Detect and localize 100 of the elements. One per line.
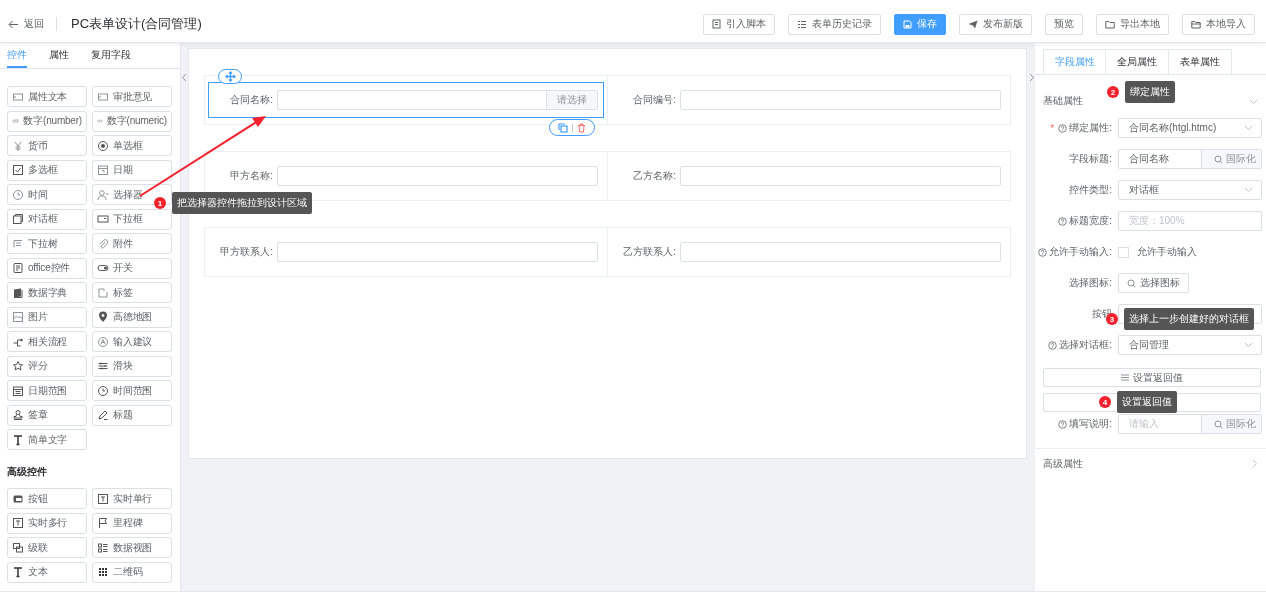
- return-value-button[interactable]: 设置返回值: [1043, 368, 1261, 387]
- clock-icon: [97, 384, 109, 397]
- select-field[interactable]: 对话框: [1118, 180, 1262, 200]
- widget-item[interactable]: 评分: [7, 355, 87, 377]
- widget-item[interactable]: 数字(number): [7, 110, 87, 132]
- widget-item[interactable]: 高德地图: [92, 306, 172, 328]
- send-icon: [968, 19, 978, 29]
- cascade-icon: [12, 541, 24, 554]
- panel-tab[interactable]: 属性: [49, 43, 69, 68]
- widget-item[interactable]: 日期: [92, 159, 172, 181]
- widget-item[interactable]: 标签: [92, 282, 172, 303]
- widget-item[interactable]: 级联: [7, 537, 87, 558]
- flag-icon: [97, 517, 109, 529]
- field-label: * 绑定属性:: [1049, 121, 1112, 135]
- widget-item[interactable]: office控件: [7, 257, 87, 279]
- window-icon: [12, 213, 24, 225]
- widget-item[interactable]: 附件: [92, 233, 172, 254]
- widget-item[interactable]: 日期范围: [7, 380, 87, 401]
- widget-item[interactable]: 开关: [92, 257, 172, 279]
- widget-item[interactable]: 单选框: [92, 135, 172, 156]
- text-icon: [12, 433, 24, 446]
- form-input[interactable]: [277, 166, 598, 186]
- property-tab[interactable]: 表单属性: [1169, 49, 1232, 74]
- widget-item[interactable]: 文本: [7, 561, 87, 583]
- move-handle[interactable]: [218, 69, 242, 84]
- field-label: 选择图标:: [1068, 276, 1112, 290]
- folder-icon: [1191, 19, 1201, 29]
- property-tab[interactable]: 全局属性: [1106, 49, 1169, 74]
- widget-item[interactable]: 货币: [7, 135, 87, 156]
- toolbar-button[interactable]: 本地导入: [1182, 13, 1255, 35]
- chevron-down-icon: [1244, 125, 1253, 131]
- chevron-down-icon: [1244, 187, 1253, 193]
- back-arrow-icon: [8, 19, 19, 29]
- select-field[interactable]: 合同管理: [1118, 335, 1262, 355]
- widget-item[interactable]: 按钮: [7, 488, 87, 509]
- widget-item[interactable]: 签章: [7, 404, 87, 426]
- widget-item[interactable]: 对话框: [7, 208, 87, 230]
- list-icon: [797, 19, 807, 29]
- panel-tab[interactable]: 复用字段: [91, 43, 131, 68]
- calendar-icon: [97, 164, 109, 176]
- widget-item[interactable]: 输入建议: [92, 331, 172, 352]
- widget-item[interactable]: 审批意见: [92, 86, 172, 107]
- select-field[interactable]: 合同名称(htgl.htmc): [1118, 118, 1262, 138]
- widget-item[interactable]: 里程碑: [92, 512, 172, 534]
- search-icon: [1127, 278, 1136, 288]
- slider-icon: [97, 360, 109, 372]
- widget-item[interactable]: 属性文本: [7, 86, 87, 107]
- widget-item[interactable]: 下拉树: [7, 233, 87, 254]
- widget-item[interactable]: 滑块: [92, 355, 172, 377]
- widget-item[interactable]: 数据视图: [92, 537, 172, 558]
- widget-item[interactable]: 二维码: [92, 561, 172, 583]
- widget-item[interactable]: 图片: [7, 306, 87, 328]
- collapse-right-icon[interactable]: [1029, 73, 1035, 82]
- copy-icon[interactable]: [558, 122, 568, 133]
- widget-item[interactable]: 时间: [7, 184, 87, 205]
- help-icon: [1038, 247, 1048, 257]
- widget-item[interactable]: 标题: [92, 404, 172, 426]
- widget-item[interactable]: 多选框: [7, 159, 87, 181]
- annotation-tooltip: 绑定属性: [1125, 81, 1175, 103]
- form-label: 合同名称:: [229, 93, 273, 107]
- text-icon: [12, 566, 24, 578]
- toolbar-button[interactable]: 发布新版: [959, 13, 1032, 35]
- widget-item[interactable]: 实时单行: [92, 488, 172, 509]
- help-icon: [1058, 123, 1068, 133]
- toolbar-button[interactable]: 预览: [1045, 13, 1083, 35]
- widget-item[interactable]: 数据字典: [7, 282, 87, 303]
- yen-icon: [12, 139, 24, 152]
- chevron-right-icon[interactable]: [1252, 458, 1258, 468]
- book-icon: [12, 286, 24, 299]
- form-input[interactable]: [680, 90, 1001, 110]
- form-input[interactable]: [680, 166, 1001, 186]
- widget-item[interactable]: 时间范围: [92, 380, 172, 401]
- back-button[interactable]: 返回: [8, 17, 44, 31]
- widget-item[interactable]: 数字(numeric): [92, 110, 172, 132]
- widget-item[interactable]: 相关流程: [7, 331, 87, 352]
- help-icon: [1058, 419, 1068, 429]
- textbox-icon: [12, 90, 24, 103]
- form-label: 乙方名称:: [632, 169, 676, 183]
- group-heading: 高级控件: [7, 465, 48, 479]
- trash-icon[interactable]: [577, 122, 586, 133]
- collapse-left-icon[interactable]: [181, 73, 187, 82]
- field-label: 填写说明:: [1036, 417, 1112, 431]
- toolbar-button[interactable]: 表单历史记录: [788, 13, 881, 35]
- annotation-tooltip: 选择上一步创建好的对话框: [1124, 308, 1254, 330]
- form-input[interactable]: [277, 242, 598, 262]
- form-input[interactable]: [680, 242, 1001, 262]
- checkbox[interactable]: [1118, 246, 1129, 258]
- field-label: 选择对话框:: [1036, 338, 1112, 352]
- widget-item[interactable]: 实时多行: [7, 512, 87, 534]
- form-label: 甲方名称:: [229, 169, 273, 183]
- field-label: 控件类型:: [1068, 183, 1112, 197]
- toolbar-button[interactable]: 导出本地: [1096, 13, 1169, 35]
- widget-item[interactable]: 简单文字: [7, 429, 87, 450]
- textbox-icon: [97, 90, 109, 103]
- widget-item[interactable]: 下拉框: [92, 208, 172, 230]
- toolbar-button[interactable]: 引入脚本: [703, 13, 775, 35]
- map-pin-icon: [97, 311, 109, 323]
- clock-icon: [12, 188, 24, 201]
- form-label: 甲方联系人:: [219, 245, 273, 259]
- choose-icon-button[interactable]: 选择图标: [1118, 273, 1189, 293]
